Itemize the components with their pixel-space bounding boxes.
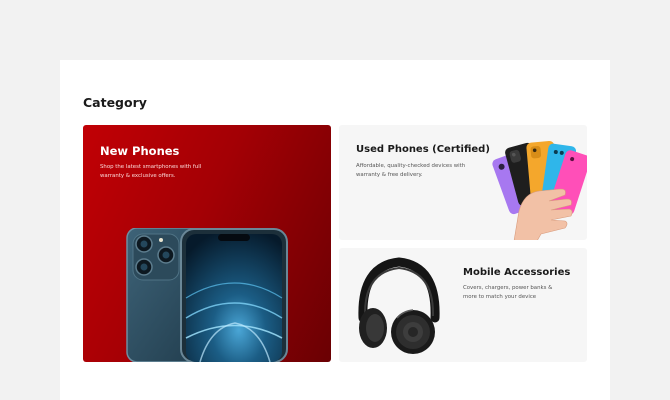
category-panel: Category New Phones Shop the latest smar… — [60, 60, 610, 400]
card-title: New Phones — [100, 144, 180, 158]
card-description: Covers, chargers, power banks & more to … — [463, 285, 553, 300]
category-card-new-phones[interactable]: New Phones Shop the latest smartphones w… — [83, 125, 331, 362]
phones-fan-icon — [492, 140, 587, 240]
card-description: Affordable, quality-checked devices with… — [356, 163, 466, 178]
section-title: Category — [83, 95, 147, 110]
smartphone-icon — [126, 228, 288, 362]
card-title: Mobile Accessories — [463, 267, 571, 278]
category-card-mobile-accessories[interactable]: Mobile Accessories Covers, chargers, pow… — [339, 248, 587, 362]
card-description: Shop the latest smartphones with full wa… — [100, 164, 202, 179]
headphones-icon — [358, 257, 440, 354]
card-title: Used Phones (Certified) — [356, 144, 490, 155]
category-card-used-phones[interactable]: Used Phones (Certified) Affordable, qual… — [339, 125, 587, 240]
